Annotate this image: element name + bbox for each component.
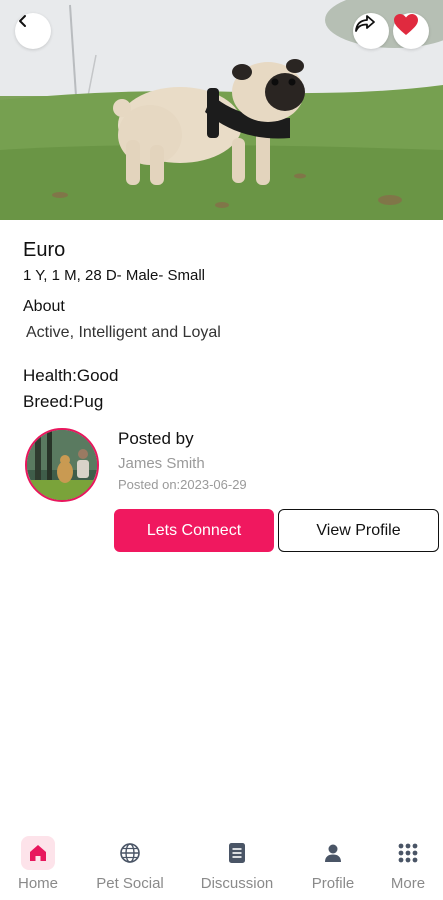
share-button[interactable] [353,13,389,49]
nav-item-home[interactable]: Home [0,828,83,900]
breed-info: Breed:Pug [23,392,104,411]
bottom-navigation: Home Pet Social Discussion Profile More [0,828,443,900]
nav-label-home: Home [17,875,58,892]
back-button[interactable] [15,13,51,49]
avatar-image [27,430,97,500]
pet-photo [0,0,443,220]
nav-item-discussion[interactable]: Discussion [192,828,282,900]
nav-label-pet-social: Pet Social [96,875,164,892]
user-icon [325,844,341,862]
nav-item-pet-social[interactable]: Pet Social [85,828,175,900]
posted-on-date: Posted on:2023-06-29 [118,477,247,492]
about-text: Active, Intelligent and Loyal [26,324,221,341]
chevron-left-icon [19,15,26,27]
nav-item-more[interactable]: More [363,828,443,900]
about-heading: About [23,298,65,315]
home-icon [30,845,46,861]
nav-icon-container [316,836,350,870]
poster-name: James Smith [118,455,205,472]
heart-icon [394,14,418,35]
favorite-button[interactable] [393,13,429,49]
nav-label-discussion: Discussion [200,875,274,892]
pet-name: Euro [23,239,66,261]
nav-icon-container [21,836,55,870]
globe-icon [120,843,140,863]
pet-meta: 1 Y, 1 M, 28 D- Male- Small [23,267,206,284]
share-icon [355,15,375,32]
health-status: Health:Good [23,366,119,385]
nav-label-more: More [390,875,426,892]
document-icon [229,843,245,863]
poster-avatar[interactable] [25,428,99,502]
nav-icon-container [220,836,254,870]
lets-connect-button[interactable]: Lets Connect [114,509,274,552]
nav-icon-container [391,836,425,870]
grid-icon [398,843,418,863]
posted-by-label: Posted by [118,429,194,448]
view-profile-button[interactable]: View Profile [278,509,439,552]
nav-icon-container [113,836,147,870]
